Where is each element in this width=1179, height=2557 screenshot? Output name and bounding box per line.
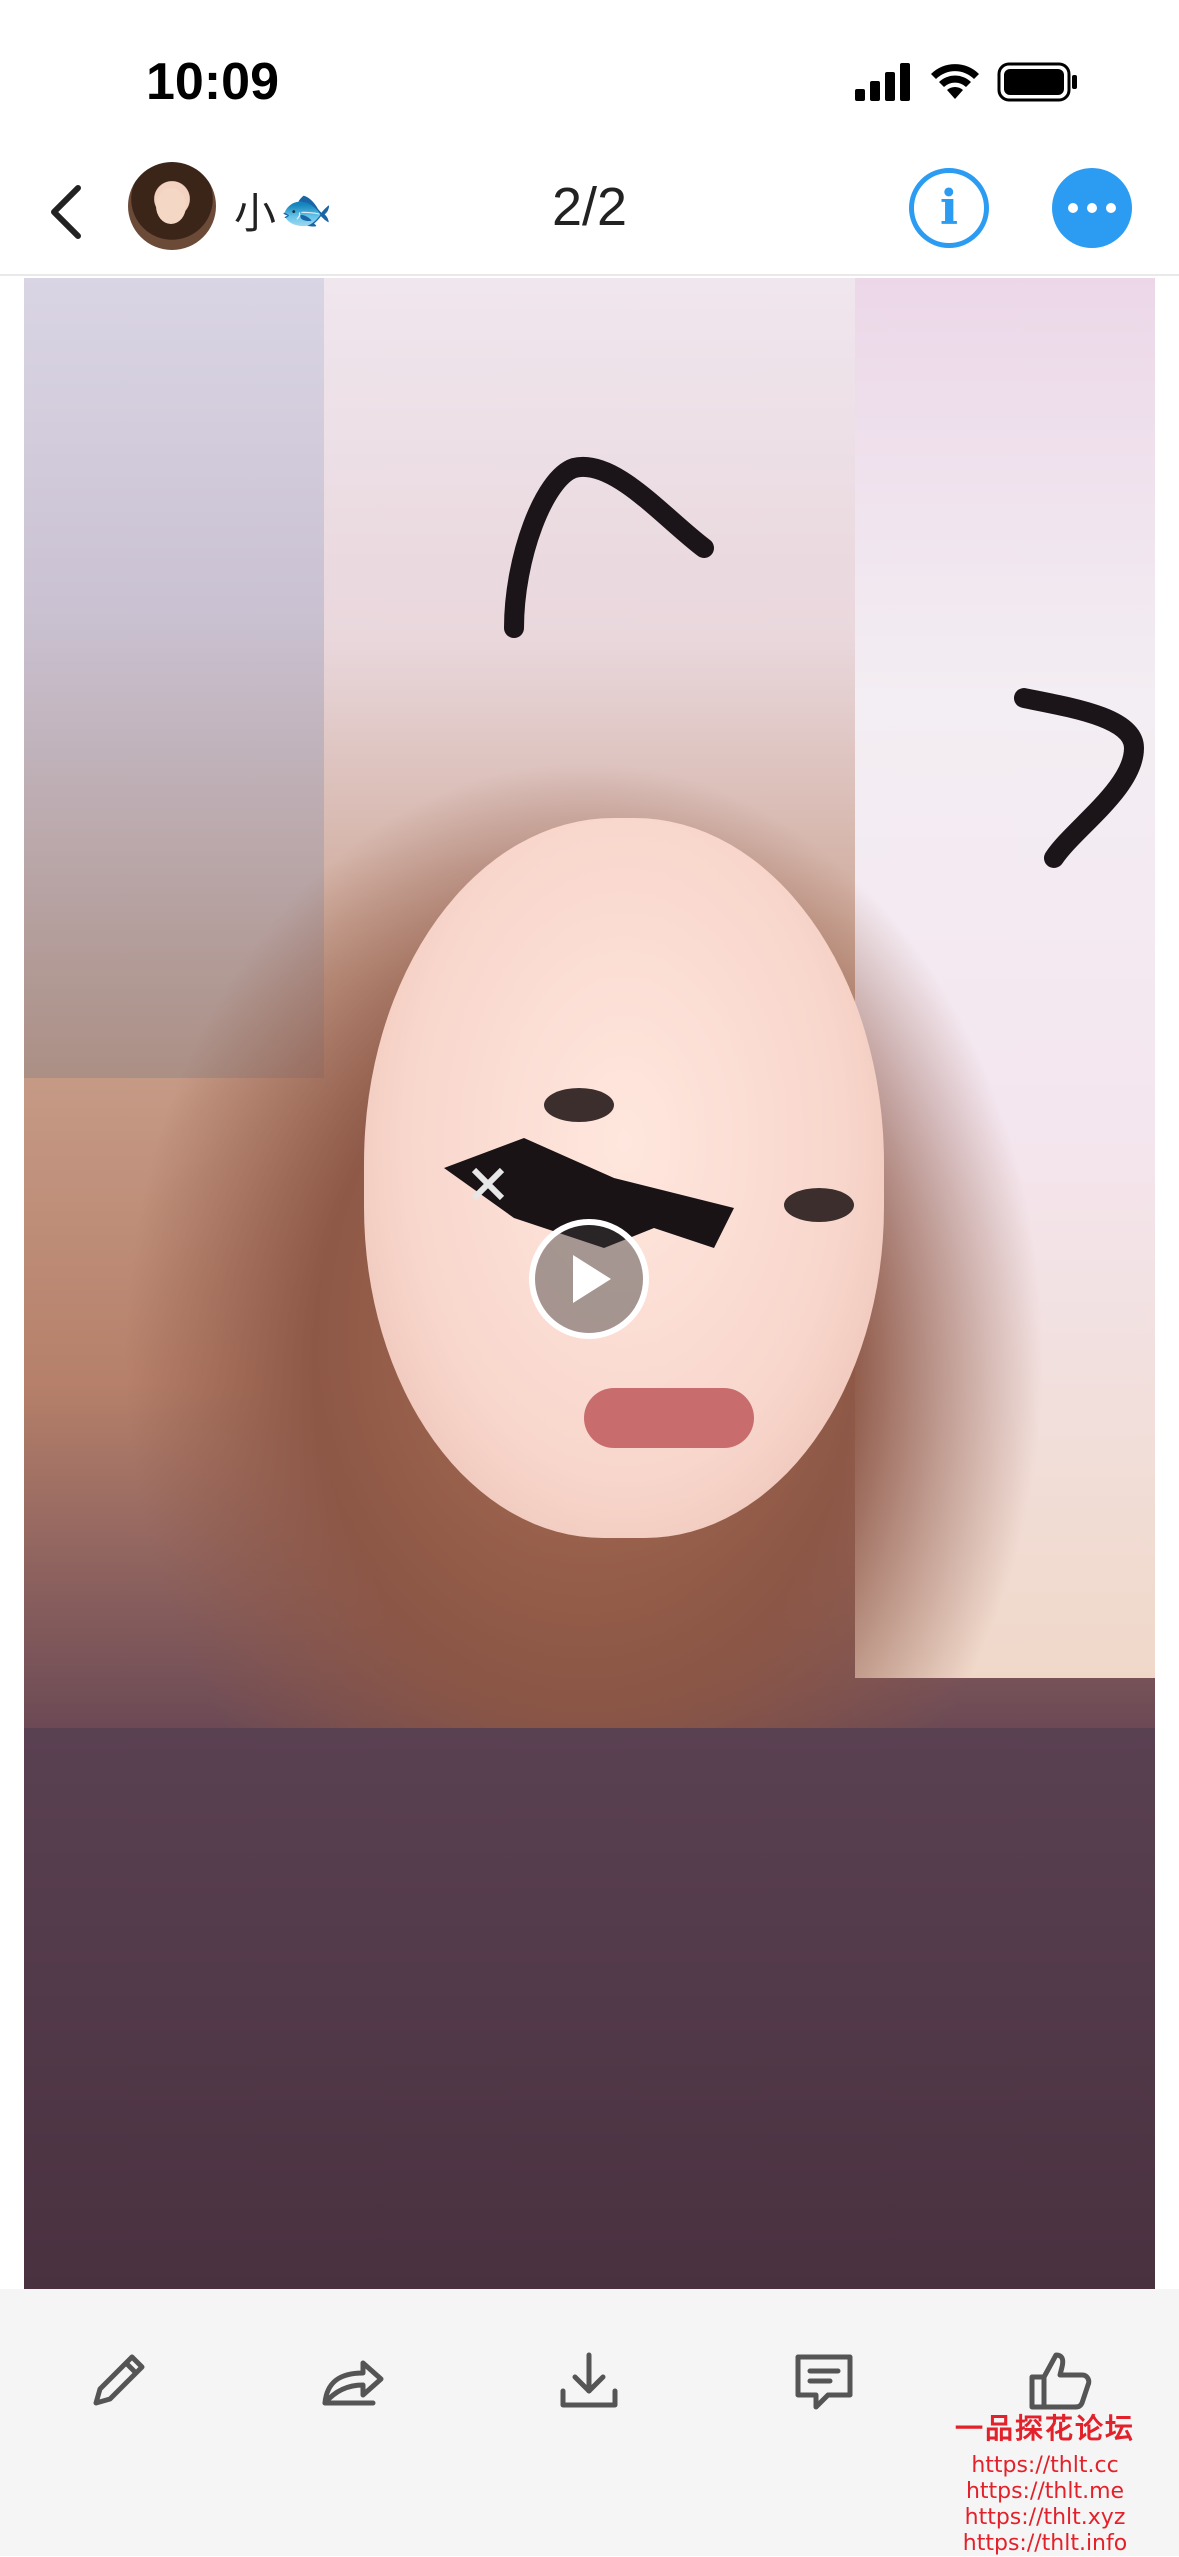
- download-button[interactable]: [549, 2341, 629, 2421]
- page-counter: 2/2: [551, 177, 628, 237]
- pencil-icon: [93, 2354, 145, 2406]
- watermark-url: https://thlt.info: [962, 2531, 1128, 2556]
- cat-ear-left-doodle: [504, 456, 714, 638]
- body: [24, 1728, 1155, 2289]
- status-bar: 10:09: [0, 0, 1179, 150]
- ellipsis-icon: [1068, 203, 1116, 213]
- play-button[interactable]: [529, 1219, 649, 1339]
- watermark-title: 一品探花论坛: [954, 2412, 1135, 2445]
- status-time: 10:09: [146, 53, 279, 111]
- bottom-toolbar: 一品探花论坛 https://thlt.cc https://thlt.me h…: [0, 2289, 1179, 2556]
- cat-ear-right-doodle: [1014, 688, 1145, 868]
- share-button[interactable]: [313, 2341, 393, 2421]
- watermark-url: https://thlt.cc: [971, 2453, 1119, 2478]
- more-button[interactable]: [1052, 168, 1132, 248]
- video-preview[interactable]: [24, 278, 1155, 2289]
- watermark-url: https://thlt.xyz: [964, 2505, 1126, 2530]
- mouth: [584, 1388, 754, 1448]
- cellular-signal-icon: [855, 63, 913, 106]
- info-icon: i: [939, 180, 959, 236]
- download-icon: [560, 2352, 618, 2408]
- edit-button[interactable]: [78, 2341, 158, 2421]
- watermark: 一品探花论坛 https://thlt.cc https://thlt.me h…: [930, 2407, 1160, 2557]
- play-icon: [573, 1255, 611, 1303]
- eye-right: [784, 1188, 854, 1222]
- comment-icon: [795, 2354, 853, 2410]
- share-icon: [322, 2360, 384, 2406]
- wifi-icon: [929, 63, 981, 106]
- nav-bar: 小 🐟 2/2 i: [0, 150, 1179, 276]
- battery-icon: [997, 62, 1079, 107]
- status-icons: [855, 62, 1079, 107]
- comment-button[interactable]: [784, 2341, 864, 2421]
- watermark-url: https://thlt.me: [965, 2479, 1125, 2504]
- info-button[interactable]: i: [909, 168, 989, 248]
